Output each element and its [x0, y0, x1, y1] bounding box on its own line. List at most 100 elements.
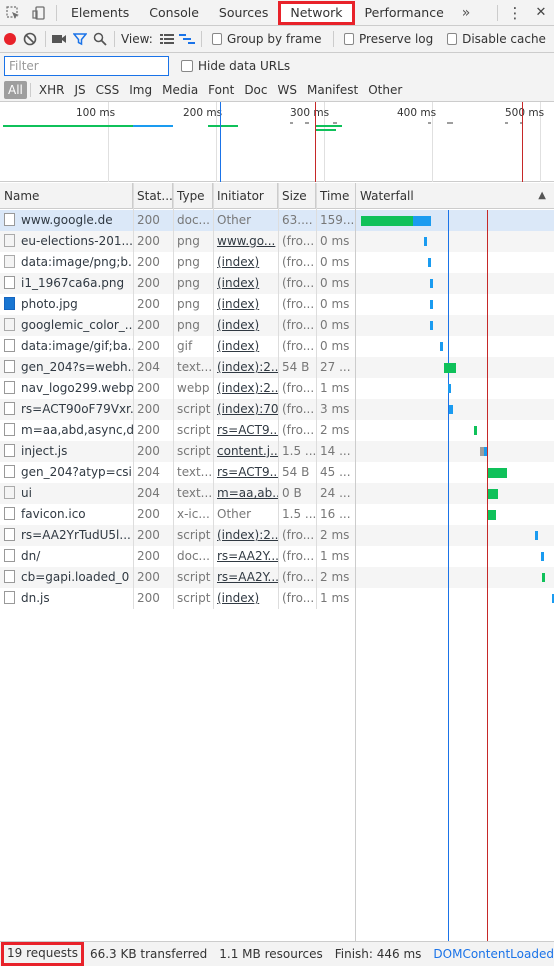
search-icon[interactable] — [90, 26, 110, 52]
column-divider[interactable] — [173, 183, 174, 609]
request-initiator-cell[interactable]: www.go... — [213, 231, 278, 252]
request-time-cell: 0 ms — [320, 339, 350, 353]
waterfall-bar[interactable] — [428, 258, 431, 267]
request-size-cell: (fro... — [282, 255, 315, 269]
request-initiator-cell[interactable]: rs=ACT9... — [213, 420, 278, 441]
capture-screenshots-icon[interactable] — [49, 26, 69, 52]
request-initiator-cell[interactable]: m=aa,ab... — [213, 483, 278, 504]
column-header-status[interactable]: Stat... — [133, 183, 173, 209]
request-size-cell: (fro... — [282, 528, 315, 542]
column-divider[interactable] — [133, 183, 134, 609]
request-size-cell: 63.... — [282, 213, 313, 227]
preserve-log-checkbox[interactable] — [344, 33, 355, 45]
tab-elements[interactable]: Elements — [61, 0, 139, 26]
filter-input[interactable] — [4, 56, 169, 76]
request-type-cell: webp — [177, 381, 210, 395]
type-filter-other[interactable]: Other — [363, 81, 407, 99]
group-by-frame-checkbox[interactable] — [212, 33, 222, 45]
request-initiator-cell[interactable]: (index):2... — [213, 378, 278, 399]
waterfall-bar[interactable] — [361, 216, 413, 226]
column-divider[interactable] — [213, 183, 214, 609]
waterfall-bar[interactable] — [430, 300, 433, 309]
type-filter-css[interactable]: CSS — [91, 81, 125, 99]
waterfall-bar[interactable] — [488, 468, 507, 478]
request-initiator-cell: Other — [217, 213, 252, 227]
customize-menu-icon[interactable]: ⋮ — [502, 0, 528, 26]
filter-icon[interactable] — [70, 26, 90, 52]
record-button[interactable] — [0, 26, 20, 52]
group-by-frame-label: Group by frame — [226, 32, 322, 46]
disable-cache-checkbox[interactable] — [447, 33, 458, 45]
request-initiator-cell[interactable]: rs=AA2Y... — [213, 567, 278, 588]
close-devtools-icon[interactable]: ✕ — [528, 0, 554, 26]
request-initiator-cell[interactable]: rs=ACT9... — [213, 462, 278, 483]
type-filter-all[interactable]: All — [4, 81, 27, 99]
waterfall-bar[interactable] — [484, 447, 487, 456]
waterfall-bar[interactable] — [535, 531, 538, 540]
column-header-size[interactable]: Size — [278, 183, 316, 209]
waterfall-bar[interactable] — [488, 510, 496, 520]
tab-console[interactable]: Console — [139, 0, 209, 26]
waterfall-bar[interactable] — [444, 363, 456, 373]
type-filter-ws[interactable]: WS — [273, 81, 302, 99]
waterfall-bar[interactable] — [474, 426, 477, 435]
network-overview[interactable]: 100 ms 200 ms 300 ms 400 ms 500 ms — [0, 102, 554, 182]
overview-request-bar — [428, 122, 431, 124]
waterfall-bar[interactable] — [448, 384, 451, 393]
overview-icon[interactable] — [177, 26, 197, 52]
waterfall-bar[interactable] — [430, 321, 433, 330]
more-tabs-icon[interactable]: » — [454, 5, 479, 21]
request-name-cell: ui — [0, 483, 133, 504]
waterfall-bar[interactable] — [488, 489, 498, 499]
inspect-element-icon[interactable] — [0, 0, 26, 26]
request-status-cell: 204 — [137, 465, 160, 479]
request-initiator-cell[interactable]: (index):70 — [213, 399, 278, 420]
request-initiator-cell[interactable]: rs=AA2Y... — [213, 546, 278, 567]
image-icon — [4, 318, 15, 331]
request-status-cell: 200 — [137, 591, 160, 605]
type-filter-xhr[interactable]: XHR — [34, 81, 70, 99]
waterfall-bar[interactable] — [541, 552, 544, 561]
column-header-initiator[interactable]: Initiator — [213, 183, 278, 209]
column-header-type[interactable]: Type — [173, 183, 213, 209]
type-filter-img[interactable]: Img — [124, 81, 157, 99]
request-initiator-cell[interactable]: (index) — [213, 252, 278, 273]
waterfall-bar[interactable] — [542, 573, 545, 582]
request-initiator-cell[interactable]: (index) — [213, 336, 278, 357]
request-name: eu-elections-201... — [21, 234, 133, 248]
clear-button[interactable] — [20, 26, 40, 52]
column-divider[interactable] — [316, 183, 317, 609]
waterfall-bar[interactable] — [440, 342, 443, 351]
device-toolbar-icon[interactable] — [26, 0, 52, 26]
request-initiator-cell[interactable]: (index) — [213, 315, 278, 336]
waterfall-bar[interactable] — [449, 405, 453, 414]
request-initiator-cell[interactable]: (index) — [213, 273, 278, 294]
type-filter-js[interactable]: JS — [69, 81, 90, 99]
waterfall-bar[interactable] — [413, 216, 431, 226]
type-filter-font[interactable]: Font — [203, 81, 239, 99]
type-filter-manifest[interactable]: Manifest — [302, 81, 363, 99]
request-initiator-cell[interactable]: content.j... — [213, 441, 278, 462]
dom-content-loaded-time[interactable]: DOMContentLoaded: 203 ms — [427, 947, 554, 961]
image-icon — [4, 297, 15, 310]
waterfall-bar[interactable] — [424, 237, 427, 246]
waterfall-bar[interactable] — [430, 279, 433, 288]
request-initiator-cell[interactable]: (index):2... — [213, 525, 278, 546]
request-time-cell: 27 ... — [320, 360, 351, 374]
column-header-time[interactable]: Time — [316, 183, 356, 209]
type-filter-doc[interactable]: Doc — [239, 81, 272, 99]
hide-data-urls-checkbox[interactable] — [181, 60, 193, 72]
request-size-cell: 54 B — [282, 360, 310, 374]
type-filter-media[interactable]: Media — [157, 81, 203, 99]
tab-network[interactable]: Network — [278, 1, 355, 25]
large-rows-icon[interactable] — [157, 26, 177, 52]
request-name: googlemic_color_... — [21, 318, 133, 332]
tab-sources[interactable]: Sources — [209, 0, 278, 26]
request-initiator-cell[interactable]: (index) — [213, 588, 278, 609]
column-divider[interactable] — [278, 183, 279, 609]
request-initiator-cell[interactable]: (index) — [213, 294, 278, 315]
request-size-cell: (fro... — [282, 402, 315, 416]
column-header-name[interactable]: Name — [0, 183, 133, 209]
tab-performance[interactable]: Performance — [355, 0, 454, 26]
request-initiator-cell[interactable]: (index):2... — [213, 357, 278, 378]
